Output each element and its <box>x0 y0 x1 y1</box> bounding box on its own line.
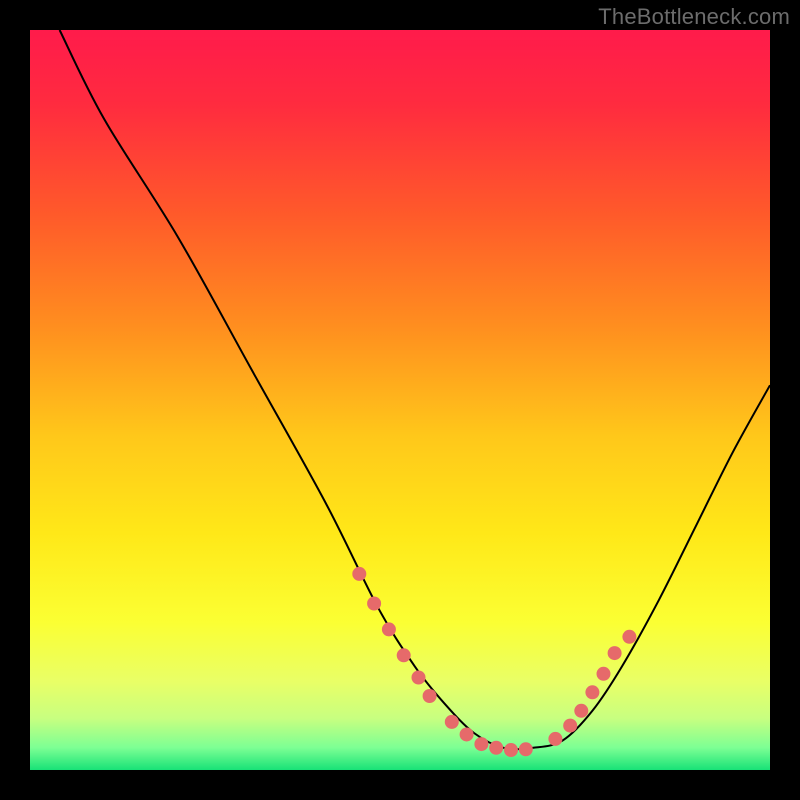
marker <box>519 742 533 756</box>
marker <box>504 743 518 757</box>
marker <box>445 715 459 729</box>
chart-frame: TheBottleneck.com <box>0 0 800 800</box>
marker <box>382 622 396 636</box>
chart-canvas <box>0 0 800 800</box>
marker <box>622 630 636 644</box>
marker <box>489 741 503 755</box>
marker <box>423 689 437 703</box>
marker <box>352 567 366 581</box>
marker <box>412 671 426 685</box>
marker <box>474 737 488 751</box>
marker <box>574 704 588 718</box>
marker <box>563 719 577 733</box>
marker <box>548 732 562 746</box>
marker <box>597 667 611 681</box>
watermark-text: TheBottleneck.com <box>598 4 790 30</box>
marker <box>460 727 474 741</box>
marker <box>367 597 381 611</box>
marker <box>608 646 622 660</box>
marker <box>397 648 411 662</box>
marker <box>585 685 599 699</box>
